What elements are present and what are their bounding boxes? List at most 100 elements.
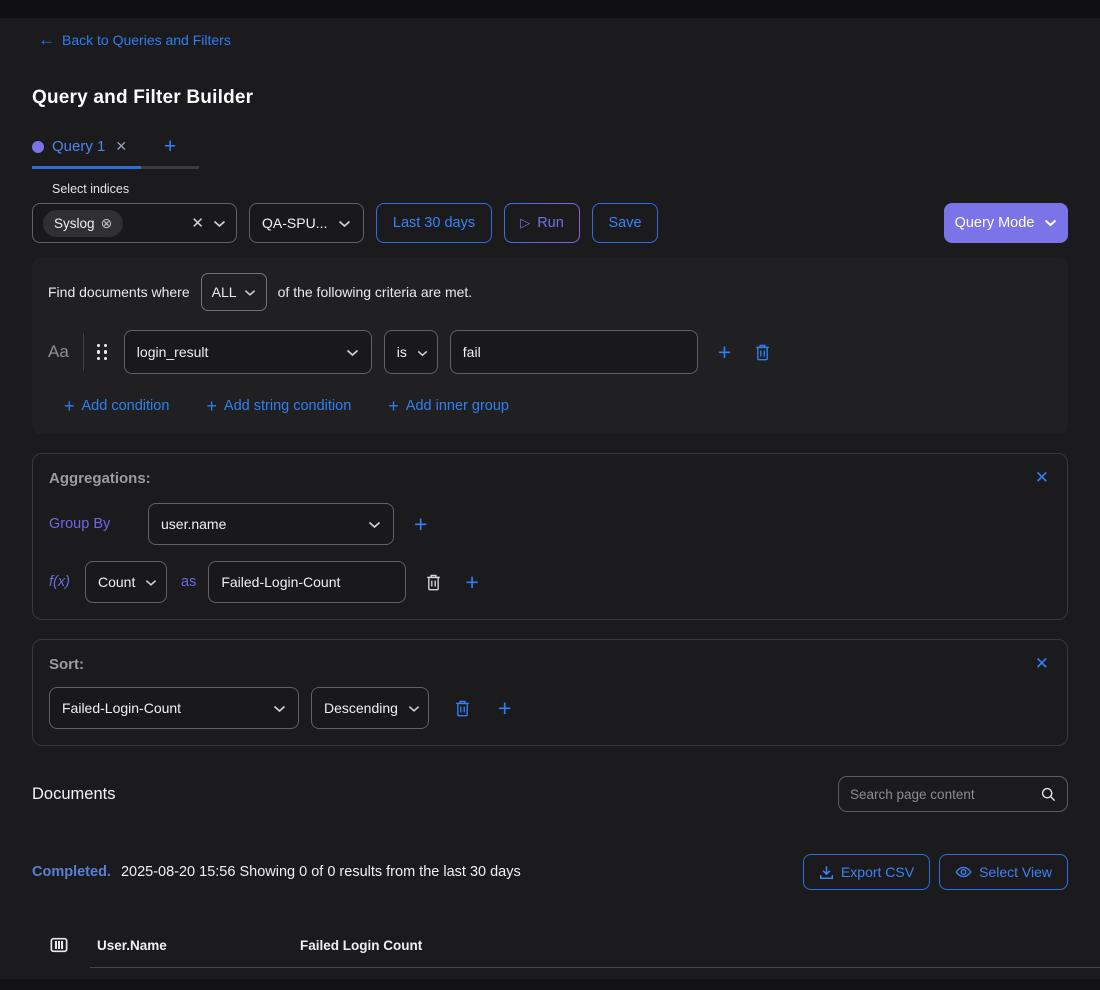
- add-sort-icon[interactable]: +: [498, 697, 511, 720]
- as-label: as: [181, 574, 196, 590]
- run-label: Run: [537, 215, 564, 231]
- back-arrow-icon: ←: [38, 31, 55, 48]
- divider: [83, 333, 84, 371]
- chevron-down-icon[interactable]: [213, 215, 226, 231]
- indices-multiselect[interactable]: Syslog ⊗ ✕: [32, 203, 237, 243]
- export-csv-label: Export CSV: [841, 864, 914, 880]
- documents-title: Documents: [32, 785, 115, 804]
- status-row: Completed. 2025-08-20 15:56 Showing 0 of…: [32, 854, 1068, 890]
- plus-icon: +: [64, 397, 75, 415]
- run-button[interactable]: ▷ Run: [504, 203, 580, 243]
- drag-handle-icon[interactable]: [97, 344, 108, 361]
- column-header-username[interactable]: User.Name: [97, 938, 300, 953]
- chevron-down-icon: [338, 215, 351, 231]
- sort-field-value: Failed-Login-Count: [62, 700, 181, 716]
- condition-row: Aa login_result is +: [48, 330, 1052, 374]
- sort-direction-select[interactable]: Descending: [311, 687, 429, 729]
- index-pattern-select[interactable]: QA-SPU...: [249, 203, 364, 243]
- fx-label: f(x): [49, 574, 85, 590]
- add-inner-group-label: Add inner group: [406, 398, 509, 414]
- add-string-condition-link[interactable]: + Add string condition: [206, 397, 351, 415]
- chip-remove-icon[interactable]: ⊗: [101, 215, 113, 232]
- index-chip-label: Syslog: [54, 216, 95, 231]
- back-link-label: Back to Queries and Filters: [62, 32, 231, 48]
- download-icon: [819, 865, 834, 880]
- sort-title: Sort:: [49, 656, 1051, 673]
- group-by-value: user.name: [161, 516, 226, 532]
- add-condition-label: Add condition: [82, 398, 170, 414]
- tab-status-dot: [32, 141, 44, 153]
- chevron-down-icon: [346, 344, 359, 360]
- condition-field-select[interactable]: login_result: [124, 330, 372, 374]
- tab-close-icon[interactable]: ✕: [115, 138, 127, 155]
- add-links-row: + Add condition + Add string condition +…: [64, 397, 1052, 415]
- table-header-divider: [90, 967, 1100, 968]
- tab-label: Query 1: [52, 138, 105, 155]
- add-condition-link[interactable]: + Add condition: [64, 397, 169, 415]
- play-icon: ▷: [520, 215, 530, 231]
- add-aggregation-icon[interactable]: +: [465, 571, 478, 594]
- query-builder-page: ← Back to Queries and Filters Query and …: [0, 18, 1100, 968]
- index-chip-syslog[interactable]: Syslog ⊗: [43, 210, 123, 237]
- save-button[interactable]: Save: [592, 203, 658, 243]
- aggregation-alias-input[interactable]: [208, 561, 406, 603]
- export-csv-button[interactable]: Export CSV: [803, 854, 930, 890]
- condition-value-input[interactable]: [450, 330, 698, 374]
- sort-direction-value: Descending: [324, 700, 398, 716]
- clear-indices-icon[interactable]: ✕: [191, 214, 204, 232]
- save-label: Save: [608, 215, 641, 231]
- page-search-box: [838, 776, 1068, 812]
- column-header-failed-login-count[interactable]: Failed Login Count: [300, 938, 422, 953]
- tab-query-1[interactable]: Query 1 ✕: [32, 138, 141, 169]
- group-by-row: Group By user.name +: [49, 503, 1051, 545]
- close-sort-icon[interactable]: ✕: [1035, 654, 1049, 674]
- eye-icon: [955, 865, 972, 879]
- chevron-down-icon: [408, 700, 420, 716]
- aggregations-title: Aggregations:: [49, 470, 1051, 487]
- search-input[interactable]: [850, 787, 1033, 802]
- index-pattern-value: QA-SPU...: [262, 215, 327, 231]
- delete-aggregation-button[interactable]: [426, 574, 441, 591]
- add-inner-group-link[interactable]: + Add inner group: [388, 397, 509, 415]
- toolbar: Syslog ⊗ ✕ QA-SPU... Last 30 days ▷ Run: [32, 203, 1068, 243]
- aggregation-function-select[interactable]: Count: [85, 561, 167, 603]
- chevron-down-icon: [273, 700, 286, 716]
- plus-icon: +: [206, 397, 217, 415]
- add-query-tab-button[interactable]: +: [141, 136, 199, 169]
- page-title: Query and Filter Builder: [32, 87, 1068, 109]
- chevron-down-icon: [417, 344, 428, 360]
- time-range-button[interactable]: Last 30 days: [376, 203, 492, 243]
- documents-header: Documents: [32, 776, 1068, 812]
- criteria-suffix: of the following criteria are met.: [278, 284, 473, 300]
- results-table-header: User.Name Failed Login Count: [32, 936, 1068, 954]
- group-by-select[interactable]: user.name: [148, 503, 394, 545]
- group-by-label: Group By: [49, 516, 148, 532]
- criteria-panel: Find documents where ALL of the followin…: [32, 258, 1068, 434]
- chevron-down-icon: [368, 516, 381, 532]
- select-view-label: Select View: [979, 864, 1052, 880]
- add-string-condition-label: Add string condition: [224, 398, 351, 414]
- close-aggregations-icon[interactable]: ✕: [1035, 468, 1049, 488]
- select-view-button[interactable]: Select View: [939, 854, 1068, 890]
- sort-row: Failed-Login-Count Descending +: [49, 687, 1051, 729]
- sort-panel: ✕ Sort: Failed-Login-Count Descending: [32, 639, 1068, 746]
- condition-operator-select[interactable]: is: [384, 330, 438, 374]
- columns-icon[interactable]: [50, 936, 68, 954]
- select-indices-label: Select indices: [52, 182, 1068, 196]
- sort-field-select[interactable]: Failed-Login-Count: [49, 687, 299, 729]
- back-to-queries-link[interactable]: ← Back to Queries and Filters: [38, 31, 231, 48]
- window-bottom-strip: [0, 979, 1100, 990]
- aggregation-function-value: Count: [98, 574, 135, 590]
- condition-operator-value: is: [397, 344, 407, 360]
- match-mode-select[interactable]: ALL: [201, 273, 267, 311]
- delete-sort-button[interactable]: [455, 700, 470, 717]
- query-mode-button[interactable]: Query Mode: [944, 203, 1068, 243]
- search-icon[interactable]: [1041, 787, 1056, 802]
- delete-condition-button[interactable]: [755, 344, 770, 361]
- chevron-down-icon: [1044, 215, 1057, 231]
- aggregations-panel: ✕ Aggregations: Group By user.name + f(x…: [32, 453, 1068, 620]
- case-sensitivity-icon[interactable]: Aa: [48, 342, 69, 362]
- add-group-by-icon[interactable]: +: [414, 513, 427, 536]
- add-condition-inline-icon[interactable]: +: [718, 341, 731, 364]
- time-range-label: Last 30 days: [393, 215, 475, 231]
